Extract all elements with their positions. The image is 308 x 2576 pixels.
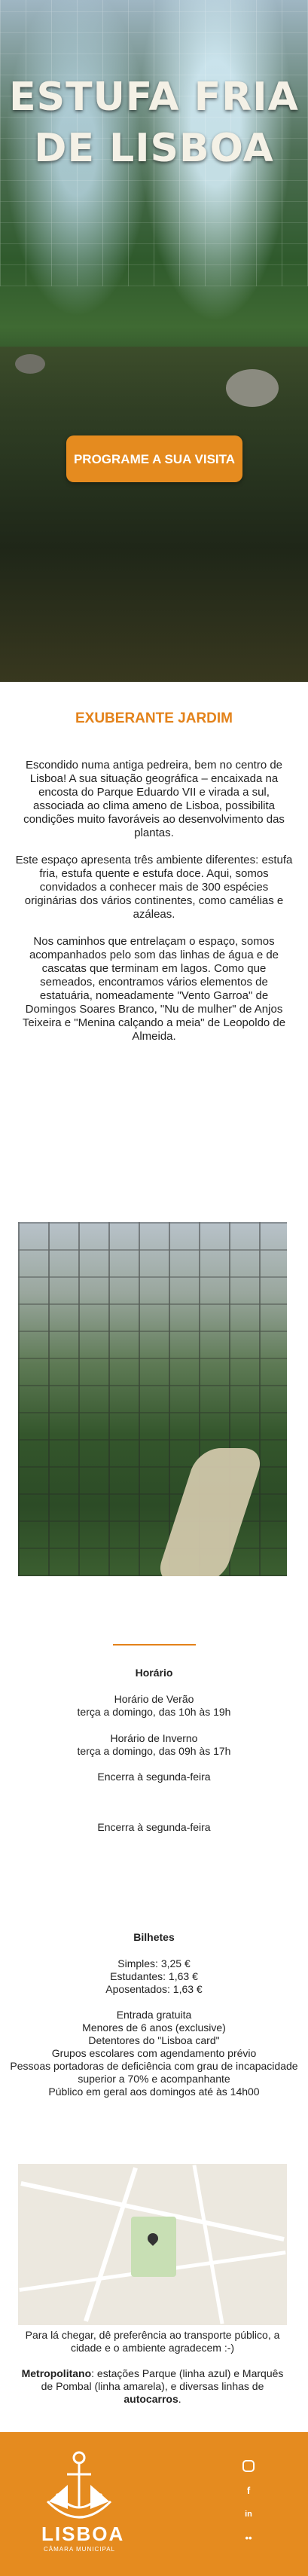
rock-image [15,354,45,374]
intro-section: EXUBERANTE JARDIM Escondido numa antiga … [0,682,308,1044]
directions-end: . [178,2393,181,2405]
divider [113,1644,196,1646]
free-entry-item: Detentores do "Lisboa card" [88,2034,220,2046]
hero-banner: ESTUFA FRIA DE LISBOA PROGRAME A SUA VIS… [0,0,308,682]
footer-subtitle: CÂMARA MUNICIPAL [44,2546,115,2553]
winter-label: Horário de Inverno [110,1732,198,1744]
closed-note: Encerra à segunda-feira [97,1821,211,1833]
winter-hours: terça a domingo, das 09h às 17h [77,1745,231,1757]
instagram-icon[interactable] [242,2460,255,2472]
footer: LISBOA CÂMARA MUNICIPAL f in •• [0,2432,308,2576]
directions-metro: Metropolitano: estações Parque (linha az… [18,2367,287,2406]
free-entry-item: Público em geral aos domingos até às 14h… [48,2086,260,2098]
rock-image [226,369,279,407]
flickr-icon[interactable]: •• [242,2532,255,2544]
greenhouse-photo [18,1222,287,1576]
footer-brand: LISBOA [41,2523,125,2545]
title-line-2: DE LISBOA [34,126,274,171]
intro-paragraph-3: Nos caminhos que entrelaçam o espaço, so… [22,935,286,1043]
tickets-section: Bilhetes Simples: 3,25 € Estudantes: 1,6… [0,1931,308,2098]
map-road [192,2165,224,2324]
linkedin-icon[interactable]: in [242,2508,255,2520]
free-entry-item: Grupos escolares com agendamento prévio [51,2047,257,2059]
free-entry-item: Menores de 6 anos (exclusive) [82,2021,226,2034]
price-aposentados: Aposentados: 1,63 € [105,1983,203,1995]
schedule-section: Horário Horário de Verão terça a domingo… [0,1667,308,1834]
location-map[interactable] [18,2164,287,2325]
directions-section: Para lá chegar, dê preferência ao transp… [18,2329,287,2406]
intro-paragraph-1: Escondido numa antiga pedreira, bem no c… [23,759,285,839]
free-entry-heading: Entrada gratuita [116,2009,192,2021]
plan-visit-button[interactable]: PROGRAME A SUA VISITA [66,435,242,482]
map-road [84,2167,138,2322]
greenhouse-frame-image [18,1222,287,1576]
summer-hours: terça a domingo, das 10h às 19h [77,1706,231,1718]
intro-paragraph-2: Este espaço apresenta três ambiente dife… [15,854,293,921]
facebook-icon[interactable]: f [242,2485,255,2497]
title-line-1: ESTUFA FRIA [9,75,299,120]
price-estudantes: Estudantes: 1,63 € [110,1970,198,1982]
page-title: ESTUFA FRIA DE LISBOA [0,72,308,174]
summer-label: Horário de Verão [114,1693,194,1705]
map-park [131,2217,176,2277]
tickets-heading: Bilhetes [133,1931,175,1943]
metro-label: Metropolitano [21,2367,92,2379]
section-heading: EXUBERANTE JARDIM [75,710,233,726]
closed-note: Encerra à segunda-feira [97,1771,211,1783]
directions-intro: Para lá chegar, dê preferência ao transp… [25,2329,280,2354]
schedule-heading: Horário [135,1667,173,1679]
free-entry-item: Pessoas portadoras de deficiência com gr… [10,2060,298,2085]
price-simples: Simples: 3,25 € [117,1957,191,1969]
bus-label: autocarros [124,2393,178,2405]
